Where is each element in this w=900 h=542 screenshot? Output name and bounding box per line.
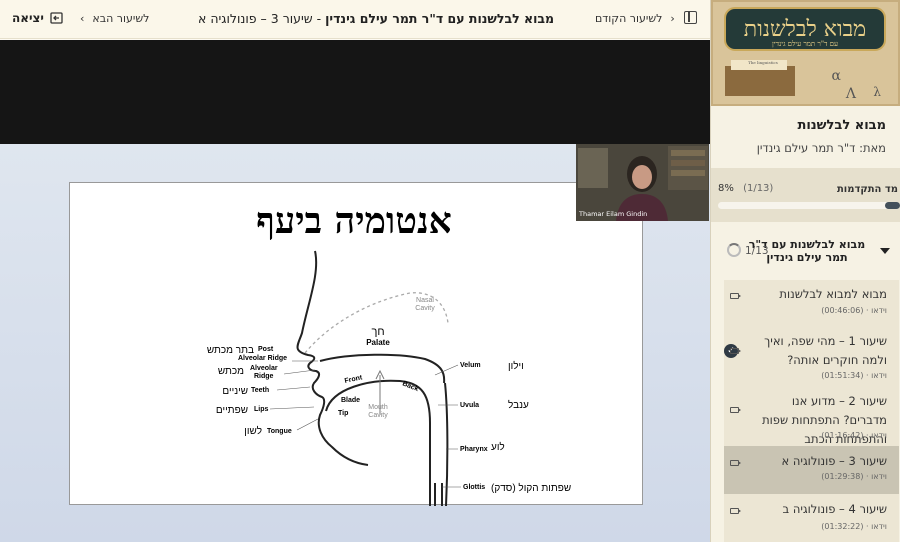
lesson-list: מבוא למבוא לבלשנות וידאו · (00:46:06) שי… bbox=[724, 280, 899, 542]
course-title: מבוא לבלשנות bbox=[797, 118, 886, 133]
progress-count: (1/13) bbox=[743, 183, 774, 194]
label-tongue: Tongue bbox=[267, 428, 292, 435]
course-sidebar: מבוא לבלשנות עם ד"ר תמר עילם גינדין The … bbox=[710, 0, 900, 542]
section-progress-icon bbox=[727, 243, 741, 257]
svg-text:λ: λ bbox=[873, 85, 881, 99]
top-bar: יציאה ‹ לשיעור הבא מבוא לבלשנות עם ד"ר ת… bbox=[0, 0, 710, 39]
course-player: יציאה ‹ לשיעור הבא מבוא לבלשנות עם ד"ר ת… bbox=[0, 0, 900, 542]
presentation-slide: אנטומיה ביעף Nasal Cavity חך Palate Post… bbox=[69, 182, 643, 506]
label-post: Post bbox=[258, 346, 274, 353]
lesson-item[interactable]: מבוא למבוא לבלשנות וידאו · (00:46:06) bbox=[724, 280, 899, 324]
chevron-left-icon: ‹ bbox=[80, 12, 85, 25]
webcam-feed: Thamar Eilam Gindin bbox=[576, 144, 709, 221]
label-palate: Palate bbox=[366, 338, 390, 347]
label-pharynx-he: לוע bbox=[491, 441, 505, 453]
next-lesson-label: לשיעור הבא bbox=[92, 12, 150, 25]
label-glottis-he: שפתות הקול (סדק) bbox=[491, 482, 571, 494]
progress-percent: 8% bbox=[718, 183, 734, 194]
exit-label: יציאה bbox=[12, 11, 44, 25]
label-teeth-he: שיניים bbox=[222, 386, 248, 397]
banner-title: מבוא לבלשנות bbox=[744, 17, 866, 42]
lesson-item-active[interactable]: שיעור 3 – פונולוגיה א וידאו · (01:29:38) bbox=[724, 446, 899, 494]
label-cavity: Cavity bbox=[415, 305, 435, 312]
label-mouth: Mouth bbox=[368, 404, 388, 411]
course-banner: מבוא לבלשנות עם ד"ר תמר עילם גינדין The … bbox=[711, 0, 900, 106]
video-icon bbox=[730, 407, 741, 413]
section-count: 1/13 bbox=[745, 245, 769, 257]
svg-text:α: α bbox=[832, 68, 842, 84]
webcam-caption: Thamar Eilam Gindin bbox=[579, 210, 648, 218]
exit-button[interactable]: יציאה bbox=[12, 11, 63, 25]
label-alveolar: Alveolar bbox=[250, 365, 278, 372]
exit-icon bbox=[50, 12, 63, 24]
lesson-meta: וידאו · (01:16:42) bbox=[821, 431, 887, 440]
label-velum-he: וילון bbox=[508, 360, 524, 372]
label-lips-he: שפתיים bbox=[216, 405, 248, 416]
label-front: Front bbox=[344, 374, 364, 385]
caret-down-icon[interactable] bbox=[880, 248, 890, 254]
lesson-title: מבוא לבלשנות עם ד"ר תמר עילם גינדין - שי… bbox=[198, 11, 554, 26]
label-lips: Lips bbox=[254, 406, 268, 413]
label-ridge: Ridge bbox=[254, 373, 274, 380]
lesson-title: שיעור 3 – פונולוגיה א bbox=[781, 454, 887, 468]
slide-heading: אנטומיה ביעף bbox=[256, 200, 452, 242]
lesson-title: שיעור 4 – פונולוגיה ב bbox=[782, 502, 887, 516]
lesson-title-lesson: - שיעור 3 – פונולוגיה א bbox=[198, 11, 326, 26]
lesson-meta: וידאו · (01:32:22) bbox=[821, 522, 887, 531]
lesson-title: שיעור 2 – מדוע אנו מדברים? התפתחות שפות … bbox=[762, 394, 887, 446]
vocal-tract-diagram: אנטומיה ביעף Nasal Cavity חך Palate Post… bbox=[207, 200, 571, 506]
label-mouth-cavity: Cavity bbox=[368, 412, 388, 419]
lesson-title-course: מבוא לבלשנות עם ד"ר תמר עילם גינדין bbox=[325, 11, 555, 26]
progress-bar-fill bbox=[885, 202, 900, 209]
lesson-item[interactable]: שיעור 1 – מהי שפה, ואיך ולמה חוקרים אותה… bbox=[724, 328, 899, 386]
progress-value: 8% (1/13) bbox=[718, 183, 773, 194]
label-post-he: בתר מכתש bbox=[207, 345, 254, 356]
label-alveolar-ridge: Alveolar Ridge bbox=[238, 355, 287, 362]
course-author: מאת: ד"ר תמר עילם גינדין bbox=[756, 141, 886, 155]
video-icon bbox=[730, 293, 741, 299]
lesson-item[interactable]: שיעור 4 – פונולוגיה ב וידאו · (01:32:22) bbox=[724, 496, 899, 542]
label-tip: Tip bbox=[338, 410, 348, 417]
banner-tagline: The linguistics bbox=[748, 60, 778, 65]
lesson-item[interactable]: שיעור 2 – מדוע אנו מדברים? התפתחות שפות … bbox=[724, 390, 899, 446]
label-pharynx: Pharynx bbox=[460, 446, 488, 453]
lesson-meta: וידאו · (01:51:34) bbox=[821, 371, 887, 380]
section-header[interactable]: מבוא לבלשנות עם ד"ר תמר עילם גינדין 1/13 bbox=[711, 230, 900, 278]
progress-bar bbox=[718, 202, 900, 209]
video-icon bbox=[730, 508, 741, 514]
label-palate-he: חך bbox=[371, 326, 384, 338]
progress-label: מד התקדמות bbox=[836, 184, 898, 195]
progress-section: מד התקדמות 8% (1/13) bbox=[711, 168, 900, 222]
label-back: Back bbox=[401, 380, 419, 393]
label-velum: Velum bbox=[460, 362, 481, 369]
chevron-right-icon: › bbox=[670, 12, 675, 25]
previous-lesson-button[interactable]: לשיעור הקודם › bbox=[595, 12, 675, 25]
banner-subtitle: עם ד"ר תמר עילם גינדין bbox=[772, 40, 838, 48]
label-nasal: Nasal bbox=[416, 297, 434, 304]
lesson-title: שיעור 1 – מהי שפה, ואיך ולמה חוקרים אותה… bbox=[764, 334, 887, 367]
label-glottis: Glottis bbox=[463, 484, 485, 491]
video-icon bbox=[730, 348, 741, 354]
label-tongue-he: לשון bbox=[244, 425, 262, 437]
video-icon bbox=[730, 460, 741, 466]
next-lesson-button[interactable]: ‹ לשיעור הבא bbox=[80, 12, 149, 25]
label-teeth: Teeth bbox=[251, 387, 269, 394]
toggle-sidebar-icon[interactable] bbox=[684, 11, 697, 24]
video-top-area[interactable] bbox=[0, 40, 710, 144]
lesson-meta: וידאו · (00:46:06) bbox=[821, 306, 887, 315]
lesson-title: מבוא למבוא לבלשנות bbox=[779, 287, 887, 301]
svg-text:Λ: Λ bbox=[845, 86, 857, 102]
lesson-meta: וידאו · (01:29:38) bbox=[821, 472, 887, 481]
label-uvula-he: ענבל bbox=[508, 399, 529, 411]
label-uvula: Uvula bbox=[460, 402, 479, 409]
label-alveolar-he: מכתש bbox=[218, 366, 244, 377]
label-blade: Blade bbox=[341, 397, 360, 404]
previous-lesson-label: לשיעור הקודם bbox=[595, 12, 663, 25]
